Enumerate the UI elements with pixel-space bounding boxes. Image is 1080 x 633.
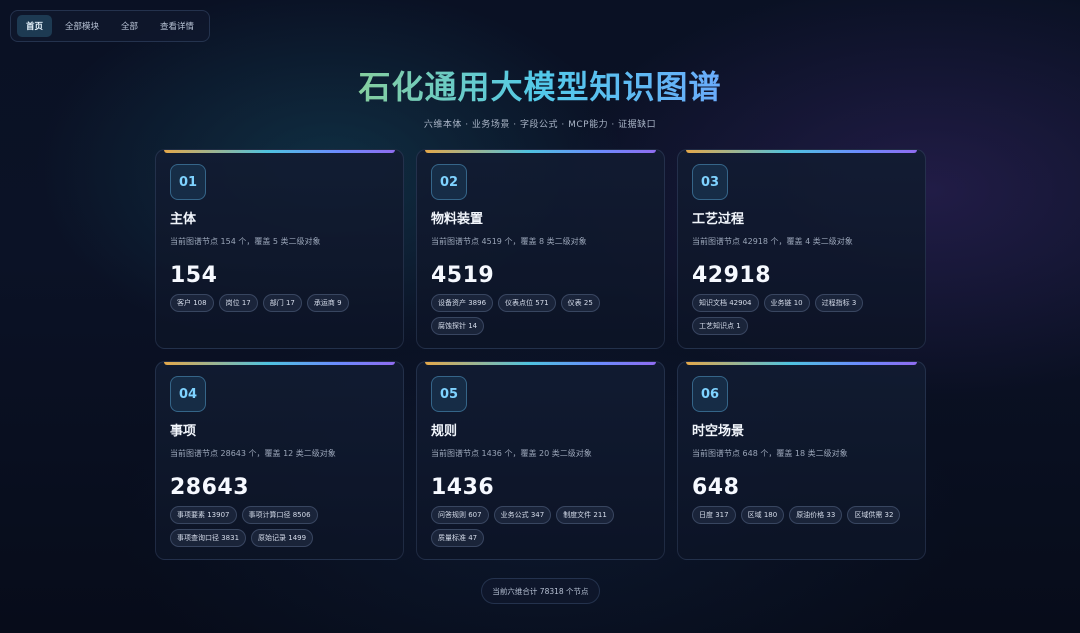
card-node-count: 28643 xyxy=(170,475,250,500)
category-chip[interactable]: 业务链 10 xyxy=(763,294,810,312)
card-index-badge: 06 xyxy=(692,376,728,412)
nav-item-view-details[interactable]: 查看详情 xyxy=(151,15,203,37)
category-chip[interactable]: 承运商 9 xyxy=(306,294,349,312)
nav-item-all[interactable]: 全部 xyxy=(112,15,147,37)
module-card-spatiotemporal[interactable]: 06 时空场景 当前图谱节点 648 个，覆盖 18 类二级对象 648 日度 … xyxy=(677,361,926,560)
card-node-count: 42918 xyxy=(692,263,772,288)
card-description: 当前图谱节点 648 个，覆盖 18 类二级对象 xyxy=(692,449,848,458)
category-chip[interactable]: 事项查询口径 3831 xyxy=(170,529,247,547)
nav-item-all-modules[interactable]: 全部模块 xyxy=(56,15,108,37)
card-title: 主体 xyxy=(170,212,197,227)
card-description: 当前图谱节点 4519 个，覆盖 8 类二级对象 xyxy=(431,237,587,246)
category-chip[interactable]: 事项计算口径 8506 xyxy=(241,506,318,524)
module-grid: 01 主体 当前图谱节点 154 个，覆盖 5 类二级对象 154 客户 108… xyxy=(155,149,926,560)
module-card-rules[interactable]: 05 规则 当前图谱节点 1436 个，覆盖 20 类二级对象 1436 问答规… xyxy=(416,361,665,560)
card-index-badge: 01 xyxy=(170,164,206,200)
category-chip[interactable]: 制度文件 211 xyxy=(556,506,614,524)
category-chip[interactable]: 问答规则 607 xyxy=(431,506,489,524)
card-index-badge: 02 xyxy=(431,164,467,200)
category-chip[interactable]: 区域 180 xyxy=(740,506,785,524)
category-chip[interactable]: 质量标准 47 xyxy=(431,529,485,547)
card-title: 时空场景 xyxy=(692,424,745,439)
category-chip[interactable]: 设备资产 3896 xyxy=(431,294,494,312)
category-chip[interactable]: 原始记录 1499 xyxy=(251,529,314,547)
page-title: 石化通用大模型知识图谱 xyxy=(0,62,1080,108)
card-node-count: 4519 xyxy=(431,263,495,288)
module-card-material-equipment[interactable]: 02 物料装置 当前图谱节点 4519 个，覆盖 8 类二级对象 4519 设备… xyxy=(416,149,665,349)
card-chip-list: 知识文档 42904 业务链 10 过程指标 3 工艺知识点 1 xyxy=(692,294,911,335)
card-index-badge: 05 xyxy=(431,376,467,412)
category-chip[interactable]: 工艺知识点 1 xyxy=(692,317,748,335)
card-node-count: 1436 xyxy=(431,475,495,500)
page-subtitle: 六维本体 · 业务场景 · 字段公式 · MCP能力 · 证据缺口 xyxy=(423,120,657,130)
category-chip[interactable]: 部门 17 xyxy=(262,294,302,312)
card-chip-list: 客户 108 岗位 17 部门 17 承运商 9 xyxy=(170,294,389,312)
nav-item-home[interactable]: 首页 xyxy=(17,15,53,37)
category-chip[interactable]: 知识文档 42904 xyxy=(692,294,759,312)
module-card-entity[interactable]: 01 主体 当前图谱节点 154 个，覆盖 5 类二级对象 154 客户 108… xyxy=(155,149,404,349)
card-chip-list: 设备资产 3896 仪表点位 571 仪表 25 腐蚀探针 14 xyxy=(431,294,650,335)
module-card-process[interactable]: 03 工艺过程 当前图谱节点 42918 个，覆盖 4 类二级对象 42918 … xyxy=(677,149,926,349)
card-title: 事项 xyxy=(170,424,197,439)
category-chip[interactable]: 岗位 17 xyxy=(218,294,258,312)
card-chip-list: 问答规则 607 业务公式 347 制度文件 211 质量标准 47 xyxy=(431,506,650,547)
card-title: 物料装置 xyxy=(431,212,484,227)
category-chip[interactable]: 日度 317 xyxy=(692,506,736,524)
card-chip-list: 事项要素 13907 事项计算口径 8506 事项查询口径 3831 原始记录 … xyxy=(170,506,389,547)
category-chip[interactable]: 仪表点位 571 xyxy=(498,294,556,312)
top-nav: 首页 全部模块 全部 查看详情 xyxy=(10,10,211,42)
card-node-count: 154 xyxy=(170,263,218,288)
category-chip[interactable]: 过程指标 3 xyxy=(814,294,864,312)
category-chip[interactable]: 业务公式 347 xyxy=(493,506,552,524)
card-chip-list: 日度 317 区域 180 原油价格 33 区域供需 32 xyxy=(692,506,911,524)
card-description: 当前图谱节点 28643 个，覆盖 12 类二级对象 xyxy=(170,449,336,458)
category-chip[interactable]: 区域供需 32 xyxy=(847,506,901,524)
card-index-badge: 04 xyxy=(170,376,206,412)
category-chip[interactable]: 原油价格 33 xyxy=(789,506,843,524)
card-node-count: 648 xyxy=(692,475,740,500)
card-index-badge: 03 xyxy=(692,164,728,200)
module-card-matters[interactable]: 04 事项 当前图谱节点 28643 个，覆盖 12 类二级对象 28643 事… xyxy=(155,361,404,560)
category-chip[interactable]: 腐蚀探针 14 xyxy=(431,317,485,335)
card-description: 当前图谱节点 154 个，覆盖 5 类二级对象 xyxy=(170,237,321,246)
card-title: 规则 xyxy=(431,424,458,439)
category-chip[interactable]: 事项要素 13907 xyxy=(170,506,237,524)
category-chip[interactable]: 客户 108 xyxy=(170,294,214,312)
card-title: 工艺过程 xyxy=(692,212,745,227)
category-chip[interactable]: 仪表 25 xyxy=(560,294,600,312)
card-description: 当前图谱节点 1436 个，覆盖 20 类二级对象 xyxy=(431,449,592,458)
total-summary-badge: 当前六维合计 78318 个节点 xyxy=(481,578,600,604)
card-description: 当前图谱节点 42918 个，覆盖 4 类二级对象 xyxy=(692,237,853,246)
